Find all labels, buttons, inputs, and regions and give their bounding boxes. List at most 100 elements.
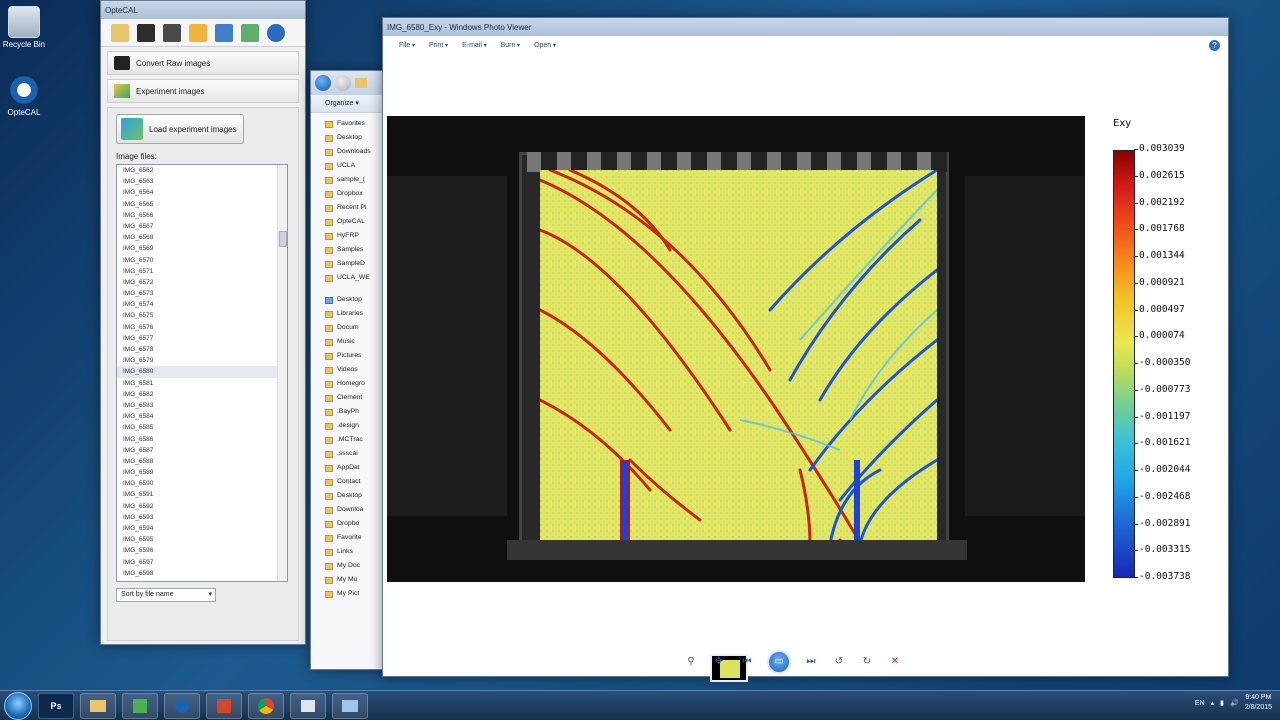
clock-date: 2/8/2015 (1244, 704, 1272, 711)
photo-viewer-window: IMG_6580_Exy - Windows Photo Viewer File… (382, 17, 1229, 682)
menu-file[interactable]: File (399, 42, 415, 49)
menu-print[interactable]: Print (429, 42, 448, 49)
window-icon (301, 699, 315, 712)
taskbar-explorer[interactable] (80, 692, 116, 719)
file-list-item[interactable]: IMG_6581 (117, 378, 287, 389)
folder-icon (325, 246, 333, 254)
actual-size-icon[interactable]: ✥ (711, 655, 727, 669)
file-list-item[interactable]: IMG_6568 (117, 232, 287, 243)
file-list-item[interactable]: IMG_6591 (117, 489, 287, 500)
file-list-item[interactable]: IMG_6566 (117, 210, 287, 221)
new-icon[interactable] (111, 23, 129, 42)
file-list-item[interactable]: IMG_6580 (117, 366, 287, 378)
save-icon[interactable] (137, 23, 155, 42)
camera-icon (114, 56, 130, 70)
file-list-scrollbar[interactable] (277, 165, 287, 581)
file-list-item[interactable]: IMG_6574 (117, 299, 287, 310)
file-list-item[interactable]: IMG_6595 (117, 534, 287, 545)
file-list-item[interactable]: IMG_6569 (117, 243, 287, 254)
taskbar-photoshop[interactable]: Ps (38, 692, 74, 719)
save-as-icon[interactable] (163, 23, 181, 42)
file-list-item[interactable]: IMG_6582 (117, 389, 287, 400)
optecal-titlebar[interactable]: OpteCAL (101, 1, 305, 19)
file-list-item[interactable]: IMG_6570 (117, 255, 287, 266)
delete-icon[interactable]: ✕ (887, 655, 903, 669)
file-list-item[interactable]: IMG_6598 (117, 568, 287, 579)
file-list-item[interactable]: IMG_6576 (117, 322, 287, 333)
file-list-item[interactable]: IMG_6572 (117, 277, 287, 288)
folder-icon[interactable] (189, 23, 207, 42)
grid-icon[interactable] (241, 23, 259, 42)
file-list-item[interactable]: IMG_6596 (117, 545, 287, 556)
taskbar-excel[interactable] (122, 692, 158, 719)
folder-icon (355, 78, 367, 88)
colorbar-tick-label: 0.001768 (1134, 223, 1185, 235)
file-list-item[interactable]: IMG_6565 (117, 199, 287, 210)
language-indicator[interactable]: EN (1195, 700, 1205, 707)
sort-select[interactable]: Sort by file name ▾ (116, 588, 216, 602)
experiment-images-section[interactable]: Experiment images (107, 79, 299, 103)
tree-item-label: Links (337, 548, 353, 555)
file-list-item[interactable]: IMG_6563 (117, 176, 287, 187)
menu-email[interactable]: E-mail (462, 42, 487, 49)
forward-icon[interactable] (335, 75, 351, 91)
file-list-item[interactable]: IMG_6578 (117, 344, 287, 355)
camera-icon[interactable] (215, 23, 233, 42)
previous-icon[interactable]: ⏮ (739, 655, 755, 669)
tray-arrow-icon[interactable]: ▴ (1211, 699, 1215, 707)
taskbar-optecal[interactable] (164, 692, 200, 719)
file-list-item[interactable]: IMG_6597 (117, 557, 287, 568)
clock[interactable]: 9:40 PM 2/8/2015 (1245, 693, 1272, 713)
file-list-item[interactable]: IMG_6579 (117, 355, 287, 366)
zoom-icon[interactable]: ⚲ (683, 655, 699, 669)
colorbar-tick-label: -0.000350 (1133, 357, 1191, 368)
help-icon[interactable]: ? (1209, 40, 1220, 51)
file-list-item[interactable]: IMG_6593 (117, 512, 287, 523)
menu-burn[interactable]: Burn (501, 42, 520, 49)
file-list-item[interactable]: IMG_6594 (117, 523, 287, 534)
image-file-list[interactable]: IMG_6562 IMG_6563 IMG_6564 IMG_6565 IMG_6566… (116, 164, 288, 582)
file-list-item[interactable]: IMG_6587 (117, 445, 287, 456)
folder-icon (325, 148, 333, 156)
photo-viewer-title: IMG_6580_Exy - Windows Photo Viewer (387, 22, 532, 32)
load-experiment-images-button[interactable]: Load experiment images (116, 114, 244, 144)
system-tray: EN ▴ ▮ 🔊 9:40 PM 2/8/2015 (1195, 693, 1272, 713)
rotate-ccw-icon[interactable]: ↺ (831, 655, 847, 669)
taskbar-powerpoint[interactable] (206, 692, 242, 719)
recycle-bin-shortcut[interactable]: Recycle Bin (0, 6, 54, 49)
file-list-item[interactable]: IMG_6583 (117, 400, 287, 411)
file-list-item[interactable]: IMG_6577 (117, 333, 287, 344)
file-list-item[interactable]: IMG_6588 (117, 456, 287, 467)
file-list-item[interactable]: IMG_6567 (117, 221, 287, 232)
rotate-cw-icon[interactable]: ↻ (859, 655, 875, 669)
refresh-icon[interactable] (267, 23, 285, 42)
file-list-item[interactable]: IMG_6586 (117, 434, 287, 445)
photo-viewer-titlebar[interactable]: IMG_6580_Exy - Windows Photo Viewer (383, 18, 1228, 36)
optecal-shortcut[interactable]: OpteCAL (0, 74, 54, 117)
file-list-item[interactable]: IMG_6592 (117, 501, 287, 512)
file-list-item[interactable]: IMG_6575 (117, 310, 287, 321)
file-list-item[interactable]: IMG_6564 (117, 187, 287, 198)
file-list-item[interactable]: IMG_6562 (117, 165, 287, 176)
folder-icon (325, 576, 333, 584)
file-list-item[interactable]: IMG_6585 (117, 422, 287, 433)
taskbar-app-window[interactable] (290, 692, 326, 719)
scrollbar-thumb[interactable] (279, 231, 287, 247)
convert-raw-section[interactable]: Convert Raw images (107, 51, 299, 75)
back-icon[interactable] (315, 75, 331, 91)
file-list-item[interactable]: IMG_6590 (117, 478, 287, 489)
slideshow-icon[interactable]: ▭ (767, 650, 791, 674)
start-button[interactable] (4, 691, 32, 720)
taskbar-chrome[interactable] (248, 692, 284, 719)
menu-open[interactable]: Open (534, 42, 556, 49)
next-icon[interactable]: ⏭ (803, 655, 819, 669)
file-list-item[interactable]: IMG_6573 (117, 288, 287, 299)
tree-item-label: AppDat (337, 464, 360, 471)
file-list-item[interactable]: IMG_6589 (117, 467, 287, 478)
network-icon[interactable]: ▮ (1220, 699, 1224, 707)
volume-icon[interactable]: 🔊 (1230, 699, 1239, 707)
file-list-item[interactable]: IMG_6584 (117, 411, 287, 422)
taskbar-photo-viewer[interactable] (332, 692, 368, 719)
file-list-item[interactable]: IMG_6571 (117, 266, 287, 277)
tree-item-label: UCLA (337, 162, 356, 169)
